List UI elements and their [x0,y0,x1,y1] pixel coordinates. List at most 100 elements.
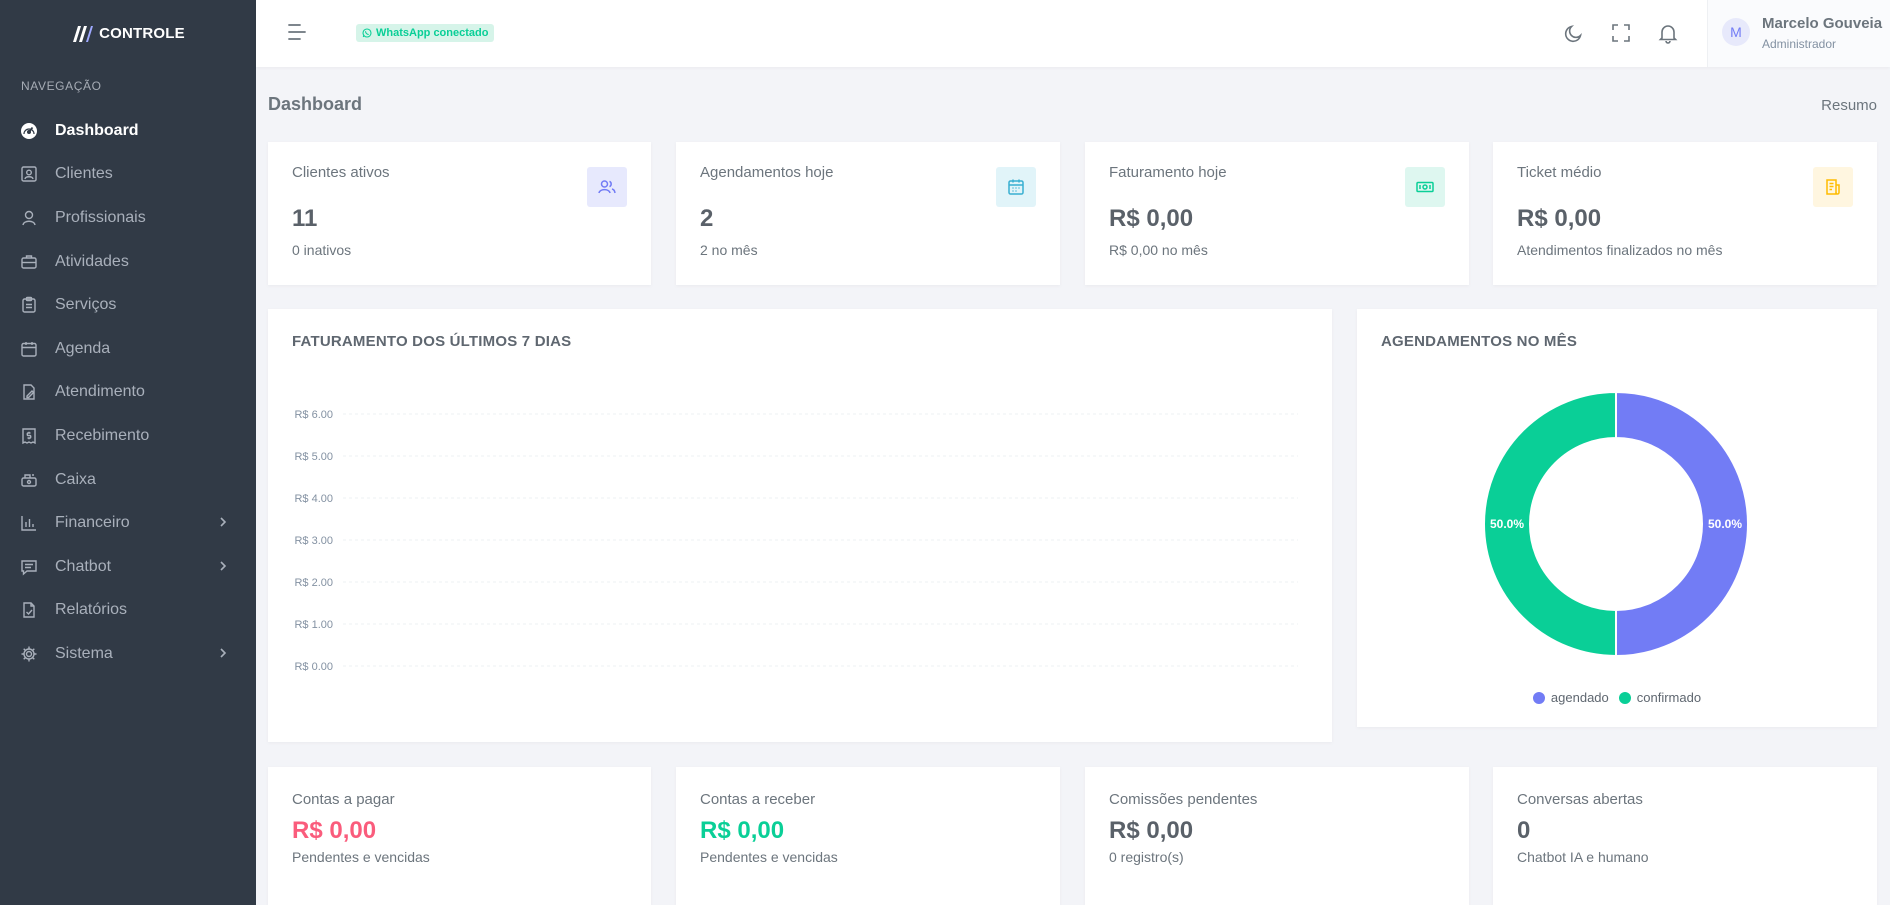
notification-bell-icon[interactable] [1657,22,1679,44]
legend-item-agendado[interactable]: agendado [1532,690,1609,705]
stat-subtext: Atendimentos finalizados no mês [1517,242,1723,258]
card-subtext: Pendentes e vencidas [700,849,838,865]
legend-marker [1618,691,1631,704]
legend-label: confirmado [1636,690,1702,705]
cash-register-icon [20,471,38,489]
revenue-line-chart: R$ 6.00 R$ 5.00 R$ 4.00 R$ 3.00 R$ 2.00 R$ 1.… [294,409,1298,673]
stat-card-agendamentos: Agendamentos hoje 2 2 no mês [676,142,1060,285]
sidebar-item-label: Clientes [55,165,113,183]
sidebar-item-label: Recebimento [55,426,150,444]
card-label: Comissões pendentes [1109,791,1258,808]
stat-label: Faturamento hoje [1109,164,1227,181]
y-tick-label: R$ 1.00 [294,619,333,631]
dark-mode-moon-icon[interactable] [1563,22,1585,44]
card-conversas: Conversas abertas 0 Chatbot IA e humano [1493,767,1877,905]
topbar: WhatsApp conectado M Marcelo Gouveia Adm… [256,0,1890,67]
sidebar-item-label: Financeiro [55,514,130,532]
sidebar-item-label: Atividades [55,252,129,270]
card-subtext: 0 registro(s) [1109,849,1184,865]
y-tick-label: R$ 5.00 [294,451,333,463]
legend-item-confirmado[interactable]: confirmado [1618,690,1702,705]
sidebar-item-financeiro[interactable]: Financeiro [0,501,256,545]
sidebar-item-caixa[interactable]: Caixa [0,458,256,502]
user-menu[interactable]: M Marcelo Gouveia Administrador [1707,0,1890,67]
sidebar-item-label: Dashboard [55,121,139,139]
contact-card-icon [20,165,38,183]
slice-data-label: 50.0% [1490,517,1524,531]
card-label: Contas a pagar [292,791,395,808]
y-tick-label: R$ 4.00 [294,493,333,505]
stat-subtext: 2 no mês [700,242,758,258]
stat-label: Ticket médio [1517,164,1602,181]
calendar-icon [20,340,38,358]
stat-value: 11 [292,205,318,232]
receipt-dollar-icon [20,427,38,445]
whatsapp-status-text: WhatsApp conectado [376,27,489,39]
y-tick-label: R$ 3.00 [294,535,333,547]
sidebar-item-label: Serviços [55,296,117,314]
card-contas-pagar: Contas a pagar R$ 0,00 Pendentes e venci… [268,767,651,905]
legend-marker [1532,691,1545,704]
y-tick-label: R$ 0.00 [294,661,333,673]
menu-toggle-icon[interactable] [286,22,308,42]
sidebar-item-relatorios[interactable]: Relatórios [0,589,256,633]
sidebar-item-sistema[interactable]: Sistema [0,632,256,676]
sidebar-item-label: Profissionais [55,208,146,226]
users-icon [587,167,627,207]
y-tick-label: R$ 2.00 [294,577,333,589]
sidebar-item-servicos[interactable]: Serviços [0,283,256,327]
gear-icon [20,645,38,663]
whatsapp-status-badge: WhatsApp conectado [356,24,495,42]
sidebar-item-label: Chatbot [55,557,112,575]
nav-section-title: NAVEGAÇÃO [21,79,102,93]
user-name: Marcelo Gouveia [1762,15,1883,32]
stat-card-clientes: Clientes ativos 11 0 inativos [268,142,651,285]
sidebar-item-atendimento[interactable]: Atendimento [0,371,256,415]
fullscreen-icon[interactable] [1610,22,1632,44]
chevron-right-icon [220,561,227,571]
sidebar-item-atividades[interactable]: Atividades [0,240,256,284]
clipboard-icon [20,296,38,314]
stat-subtext: R$ 0,00 no mês [1109,242,1208,258]
stat-card-faturamento: Faturamento hoje R$ 0,00 R$ 0,00 no mês [1085,142,1469,285]
slice-data-label: 50.0% [1708,517,1742,531]
sidebar-item-label: Atendimento [55,383,145,401]
card-label: Contas a receber [700,791,816,808]
brand-logo[interactable]: CONTROLE [0,0,256,67]
card-value: R$ 0,00 [292,817,377,844]
appointments-chart-card: AGENDAMENTOS NO MÊS 50.0% 50.0% agendado … [1357,309,1877,727]
money-icon [1405,167,1445,207]
stat-label: Clientes ativos [292,164,390,181]
stat-subtext: 0 inativos [292,242,352,258]
sidebar-item-agenda[interactable]: Agenda [0,327,256,371]
stat-label: Agendamentos hoje [700,164,834,181]
report-icon [20,601,38,619]
y-tick-label: R$ 6.00 [294,409,333,421]
legend-label: agendado [1550,690,1609,705]
sidebar-item-clientes[interactable]: Clientes [0,153,256,197]
chart-legend: agendado confirmado [1357,690,1877,705]
card-subtext: Chatbot IA e humano [1517,849,1649,865]
card-label: Conversas abertas [1517,791,1643,808]
sidebar-item-label: Sistema [55,644,113,662]
appointments-donut-chart: 50.0% 50.0% [1483,390,1749,658]
sidebar-item-recebimento[interactable]: Recebimento [0,414,256,458]
file-edit-icon [20,383,38,401]
page-title: Dashboard [268,94,363,114]
chevron-right-icon [220,517,227,527]
sidebar-item-dashboard[interactable]: Dashboard [0,109,256,153]
card-comissoes: Comissões pendentes R$ 0,00 0 registro(s… [1085,767,1469,905]
revenue-chart-card: FATURAMENTO DOS ÚLTIMOS 7 DIAS R$ 6.00 R$… [268,309,1332,742]
sidebar-item-chatbot[interactable]: Chatbot [0,545,256,589]
sidebar: CONTROLE NAVEGAÇÃO Dashboard Clientes Pr… [0,0,256,905]
briefcase-icon [20,253,38,271]
stat-value: R$ 0,00 [1517,205,1602,232]
sidebar-item-label: Relatórios [55,601,128,619]
card-value: R$ 0,00 [1109,817,1194,844]
sidebar-item-profissionais[interactable]: Profissionais [0,196,256,240]
user-role: Administrador [1762,37,1837,51]
chat-icon [20,558,38,576]
chevron-right-icon [220,648,227,658]
card-contas-receber: Contas a receber R$ 0,00 Pendentes e ven… [676,767,1060,905]
card-value: R$ 0,00 [700,817,785,844]
